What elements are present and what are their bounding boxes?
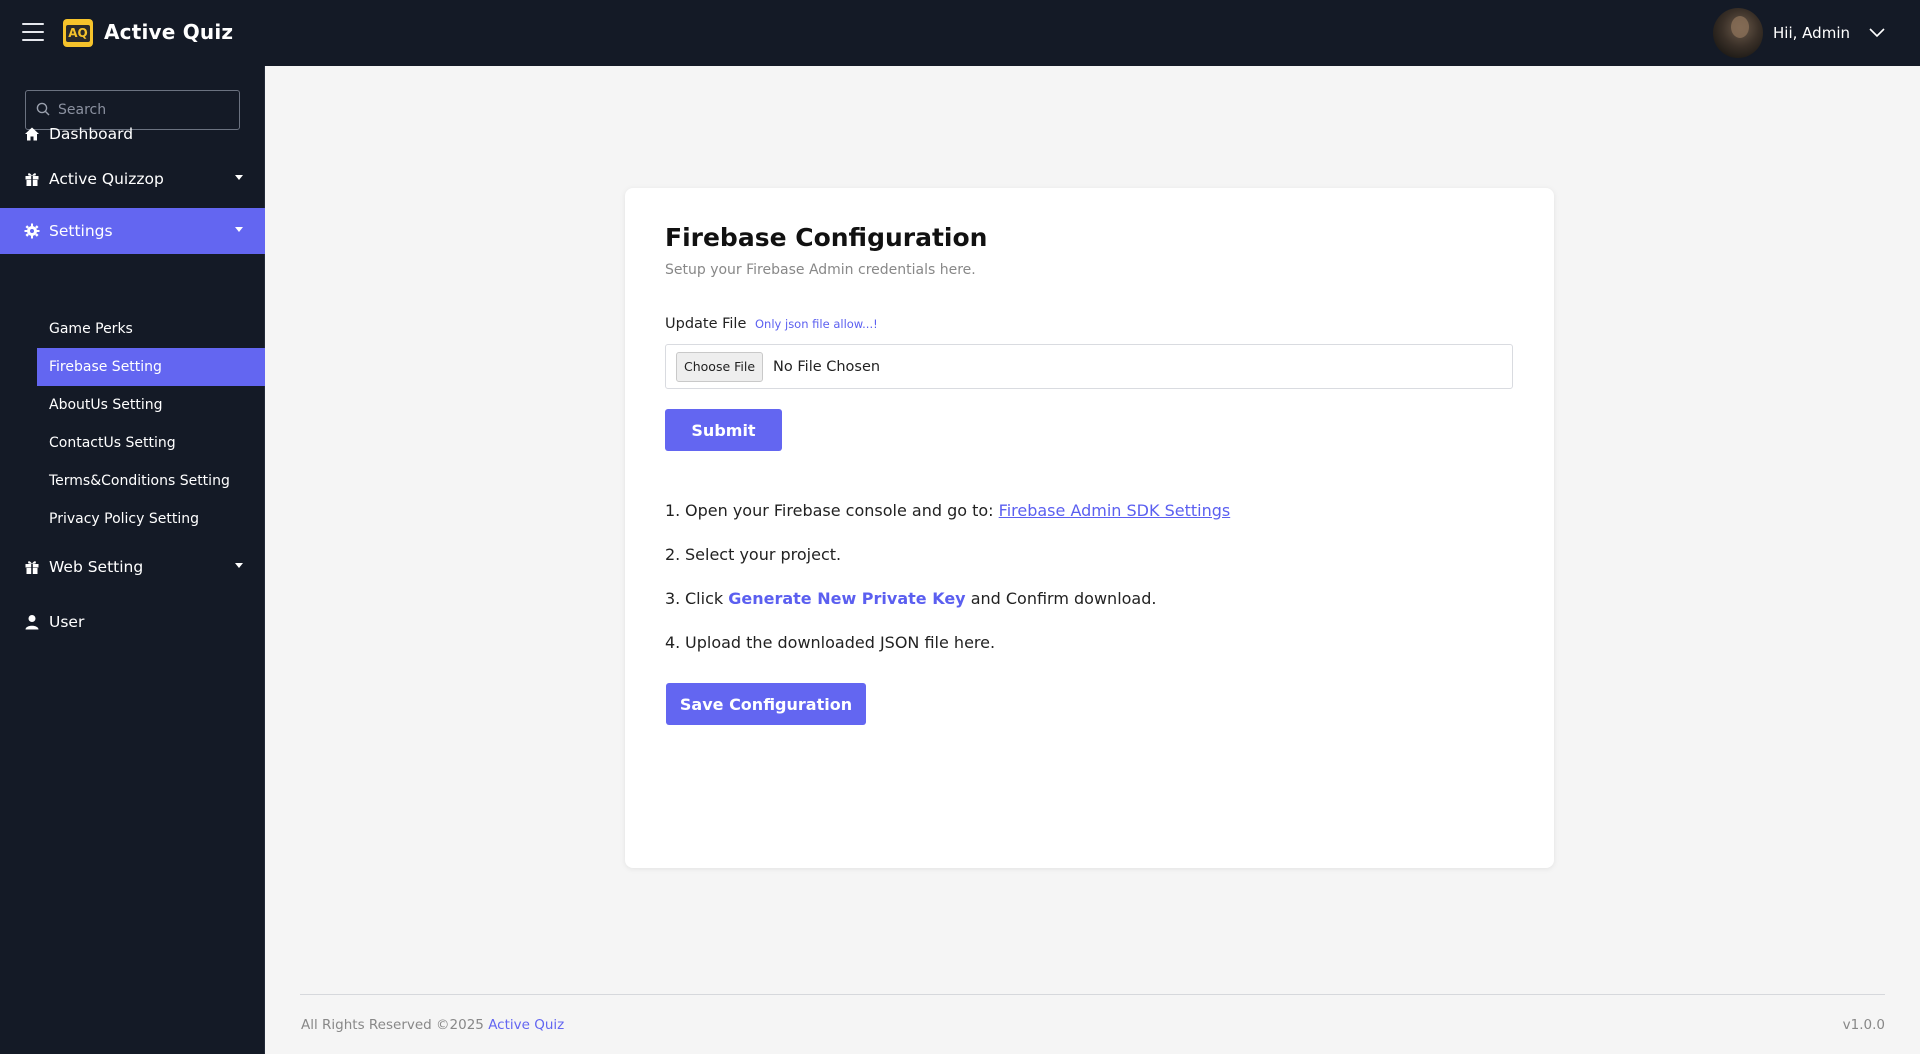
sidebar-subitem-label: Terms&Conditions Setting	[49, 473, 230, 489]
step-text: Click	[685, 588, 724, 608]
brand-logo-text: AQ	[66, 24, 90, 42]
list-item: 2. Select your project.	[665, 532, 1230, 576]
file-status-text: No File Chosen	[773, 358, 881, 375]
save-configuration-button[interactable]: Save Configuration	[666, 683, 866, 725]
firebase-config-card: Firebase Configuration Setup your Fireba…	[625, 188, 1554, 868]
page-subtitle: Setup your Firebase Admin credentials he…	[665, 262, 976, 278]
sidebar-subitem-label: ContactUs Setting	[49, 435, 176, 451]
caret-down-icon	[235, 563, 243, 568]
sidebar-subitem-label: AboutUs Setting	[49, 397, 163, 413]
file-field-label: Update File Only json file allow...!	[665, 316, 878, 332]
choose-file-button[interactable]: Choose File	[676, 351, 764, 382]
gift-icon	[24, 171, 40, 187]
caret-down-icon	[235, 227, 243, 232]
sidebar-subitem-label: Firebase Setting	[49, 359, 162, 375]
user-icon	[24, 614, 40, 630]
home-icon	[24, 126, 40, 142]
step-text: and Confirm download.	[970, 588, 1157, 608]
sidebar-item-label: Settings	[49, 222, 113, 240]
sidebar-item-label: Active Quizzop	[49, 170, 164, 188]
firebase-sdk-settings-link[interactable]: Firebase Admin SDK Settings	[999, 501, 1231, 520]
sidebar-subitem-label: Game Perks	[49, 321, 133, 337]
page-title: Firebase Configuration	[665, 223, 988, 252]
sidebar-item-label: User	[49, 613, 85, 631]
step-text: Open your Firebase console and go to:	[685, 500, 994, 520]
file-label-text: Update File	[665, 316, 747, 332]
list-item: 4. Upload the downloaded JSON file here.	[665, 620, 1230, 664]
sidebar-subitem-aboutus-setting[interactable]: AboutUs Setting	[37, 386, 265, 424]
sidebar-item-active-quizzop[interactable]: Active Quizzop	[0, 156, 265, 202]
step-number: 1.	[665, 500, 681, 520]
footer-rights-text: All Rights Reserved ©2025	[301, 1017, 484, 1033]
footer-brand-link[interactable]: Active Quiz	[488, 1017, 564, 1033]
step-text: Upload the downloaded JSON file here.	[685, 632, 996, 652]
menu-toggle-icon[interactable]	[22, 23, 44, 41]
sidebar-subitem-contactus-setting[interactable]: ContactUs Setting	[37, 424, 265, 462]
sidebar-subitem-privacy-setting[interactable]: Privacy Policy Setting	[37, 500, 265, 538]
brand-logo: AQ	[63, 19, 93, 47]
avatar[interactable]	[1713, 8, 1764, 58]
gift-icon	[24, 559, 40, 575]
brand-name[interactable]: Active Quiz	[104, 20, 233, 44]
step-number: 4.	[665, 632, 681, 652]
sidebar-subitem-game-perks[interactable]: Game Perks	[37, 310, 265, 348]
sidebar-item-web-setting[interactable]: Web Setting	[0, 544, 265, 590]
user-greeting: Hii, Admin	[1773, 24, 1850, 42]
sidebar-subitem-terms-setting[interactable]: Terms&Conditions Setting	[37, 462, 265, 500]
sidebar-item-settings[interactable]: Settings	[0, 208, 265, 254]
user-menu[interactable]: Hii, Admin	[1713, 8, 1886, 58]
top-header: AQ Active Quiz Hii, Admin	[0, 0, 1920, 66]
footer-version: v1.0.0	[1842, 1017, 1885, 1033]
instructions-list: 1. Open your Firebase console and go to:…	[665, 488, 1230, 664]
file-hint: Only json file allow...!	[755, 317, 878, 331]
file-input[interactable]: Choose File No File Chosen	[665, 344, 1513, 389]
footer-copyright: All Rights Reserved ©2025 Active Quiz	[301, 1017, 564, 1033]
sidebar-item-user[interactable]: User	[0, 599, 265, 645]
sidebar-item-dashboard[interactable]: Dashboard	[0, 111, 265, 157]
chevron-down-icon[interactable]	[1868, 24, 1886, 42]
sidebar: Dashboard Active Quizzop Settings Game P…	[0, 66, 265, 1054]
step-text: Select your project.	[685, 544, 842, 564]
caret-down-icon	[235, 175, 243, 180]
generate-key-highlight: Generate New Private Key	[728, 588, 966, 608]
step-number: 3.	[665, 588, 681, 608]
gear-icon	[24, 223, 40, 239]
submit-button[interactable]: Submit	[665, 409, 782, 451]
list-item: 3. Click Generate New Private Key and Co…	[665, 576, 1230, 620]
footer-divider	[300, 994, 1885, 995]
sidebar-item-label: Web Setting	[49, 558, 144, 576]
step-number: 2.	[665, 544, 681, 564]
sidebar-subitem-label: Privacy Policy Setting	[49, 511, 199, 527]
sidebar-subitem-firebase-setting[interactable]: Firebase Setting	[37, 348, 265, 386]
list-item: 1. Open your Firebase console and go to:…	[665, 488, 1230, 532]
sidebar-item-label: Dashboard	[49, 125, 134, 143]
